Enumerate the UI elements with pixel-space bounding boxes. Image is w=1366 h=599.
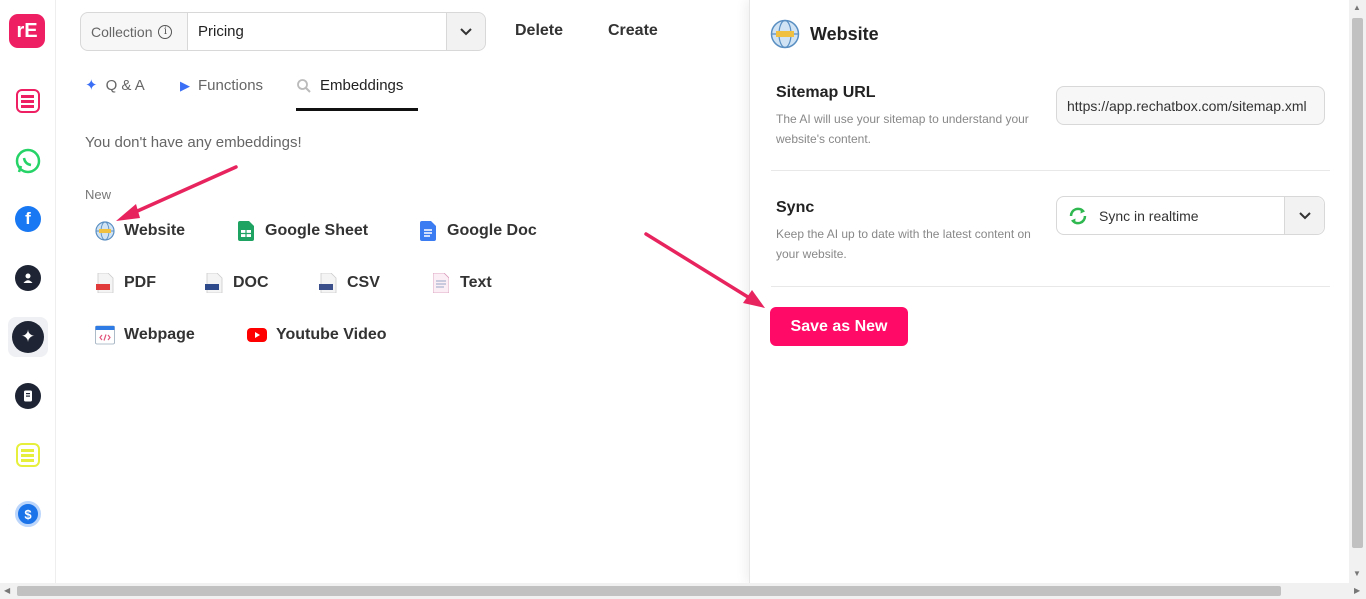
save-as-new-button[interactable]: Save as New <box>770 307 908 346</box>
source-pdf-label: PDF <box>124 274 156 291</box>
new-section-label: New <box>85 187 112 202</box>
play-icon: ▶ <box>180 78 190 93</box>
chevron-down-icon[interactable] <box>1284 197 1324 234</box>
divider <box>771 286 1330 287</box>
horizontal-scrollbar[interactable]: ◀ ▶ <box>0 583 1366 599</box>
facebook-icon: f <box>15 206 41 232</box>
source-text-label: Text <box>460 274 492 291</box>
info-icon[interactable]: i <box>158 24 173 39</box>
tab-functions[interactable]: ▶ Functions <box>180 77 263 111</box>
sitemap-title: Sitemap URL <box>776 84 876 101</box>
sidebar-item-docs[interactable] <box>8 376 48 416</box>
globe-icon <box>770 19 800 54</box>
sync-select[interactable]: Sync in realtime <box>1056 196 1325 235</box>
sitemap-url-input[interactable]: https://app.rechatbox.com/sitemap.xml <box>1056 86 1325 125</box>
sidebar-item-ai[interactable]: ✦ <box>8 317 48 357</box>
sidebar-item-billing[interactable]: $ <box>8 494 48 534</box>
collection-select[interactable]: Pricing <box>187 13 446 50</box>
sidebar-item-whatsapp[interactable] <box>8 141 48 181</box>
youtube-icon <box>247 325 267 345</box>
brand-logo-icon <box>16 443 40 467</box>
sidebar-item-brand[interactable] <box>8 435 48 475</box>
source-pdf[interactable]: PDF <box>95 273 156 293</box>
sitemap-help: The AI will use your sitemap to understa… <box>776 112 1029 146</box>
google-doc-icon <box>418 221 438 241</box>
sidebar-item-facebook[interactable]: f <box>8 199 48 239</box>
arrow-to-website <box>116 165 238 221</box>
rechatbox-logo-icon <box>16 89 40 113</box>
sync-select-value: Sync in realtime <box>1057 197 1284 234</box>
source-youtube[interactable]: Youtube Video <box>247 325 387 345</box>
tab-embeddings-label: Embeddings <box>320 77 404 94</box>
source-text[interactable]: Text <box>431 273 492 293</box>
contact-icon <box>15 265 41 291</box>
source-csv-label: CSV <box>347 274 380 291</box>
google-sheet-icon <box>236 221 256 241</box>
sparkle-icon: ✦ <box>12 321 44 353</box>
horizontal-scroll-thumb[interactable] <box>17 586 1281 596</box>
source-csv[interactable]: CSV <box>318 273 380 293</box>
scroll-up-icon[interactable]: ▲ <box>1353 3 1361 12</box>
scroll-right-icon[interactable]: ▶ <box>1354 586 1360 595</box>
tab-qa-label: Q & A <box>105 77 145 94</box>
sidebar-item-contacts[interactable] <box>8 258 48 298</box>
source-google-sheet-label: Google Sheet <box>265 222 369 239</box>
search-icon <box>297 79 311 93</box>
doc-file-icon <box>204 273 224 293</box>
create-button[interactable]: Create <box>608 22 658 40</box>
source-website-label: Website <box>124 222 186 239</box>
collection-selector: Collection i Pricing <box>80 12 486 51</box>
source-doc-label: DOC <box>233 274 269 291</box>
scroll-down-icon[interactable]: ▼ <box>1353 569 1361 578</box>
pdf-file-icon <box>95 273 115 293</box>
vertical-scroll-thumb[interactable] <box>1352 18 1363 548</box>
webpage-icon <box>95 325 115 345</box>
tab-embeddings[interactable]: Embeddings <box>296 77 418 111</box>
sync-help: Keep the AI up to date with the latest c… <box>776 227 1031 261</box>
app-logo[interactable]: rE <box>9 14 45 48</box>
vertical-scrollbar[interactable]: ▲ ▼ <box>1349 0 1366 583</box>
refresh-icon <box>1069 207 1087 224</box>
source-youtube-label: Youtube Video <box>276 326 387 343</box>
empty-embeddings-message: You don't have any embeddings! <box>85 134 302 151</box>
text-file-icon <box>431 273 451 293</box>
source-google-doc[interactable]: Google Doc <box>418 221 537 241</box>
website-settings-panel: Website Sitemap URL The AI will use your… <box>749 0 1349 583</box>
source-webpage[interactable]: Webpage <box>95 325 195 345</box>
divider <box>771 170 1330 171</box>
tab-qa[interactable]: ✦ Q & A <box>85 77 145 111</box>
collection-label-text: Collection <box>91 23 153 40</box>
panel-title: Website <box>810 24 879 44</box>
document-icon <box>15 383 41 409</box>
app-root: rE f ✦ $ Collection i Pricing Delete Cre… <box>0 0 1366 599</box>
sidebar: rE f ✦ $ <box>0 0 56 583</box>
delete-button[interactable]: Delete <box>515 22 563 40</box>
globe-icon <box>95 221 115 241</box>
whatsapp-icon <box>15 148 41 174</box>
csv-file-icon <box>318 273 338 293</box>
source-website[interactable]: Website <box>95 221 185 241</box>
source-google-sheet[interactable]: Google Sheet <box>236 221 368 241</box>
collection-label: Collection i <box>81 13 187 50</box>
tab-functions-label: Functions <box>198 77 264 94</box>
source-google-doc-label: Google Doc <box>447 222 537 239</box>
source-doc[interactable]: DOC <box>204 273 269 293</box>
dollar-icon: $ <box>15 501 41 527</box>
sparkle-icon: ✦ <box>85 77 98 94</box>
source-webpage-label: Webpage <box>124 326 195 343</box>
sidebar-item-rechatbox[interactable] <box>8 81 48 121</box>
arrow-to-save <box>644 232 765 308</box>
sync-title: Sync <box>776 199 815 216</box>
chevron-down-icon[interactable] <box>446 13 485 50</box>
scroll-left-icon[interactable]: ◀ <box>4 586 10 595</box>
sync-select-label: Sync in realtime <box>1099 207 1199 224</box>
